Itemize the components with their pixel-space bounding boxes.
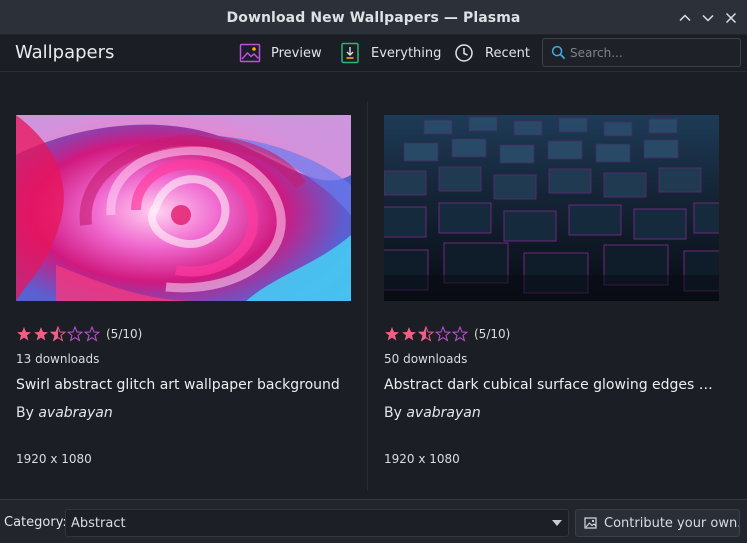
wallpaper-resolution: 1920 x 1080 [384, 452, 460, 466]
search-field[interactable] [542, 38, 741, 67]
wallpaper-card[interactable]: (5/10) 50 downloads Abstract dark cubica… [384, 115, 720, 466]
preview-label: Preview [271, 45, 322, 61]
search-icon [551, 45, 566, 60]
author-line: By avabrayan [384, 405, 481, 421]
star-half-icon [50, 326, 66, 342]
chevron-up-icon [679, 14, 691, 22]
star-empty-icon [435, 326, 451, 342]
everything-button[interactable]: Everything [339, 40, 441, 66]
contribute-button[interactable]: Contribute your own... [575, 509, 740, 537]
rating-stars: (5/10) [16, 326, 142, 342]
filter-everything-icon [341, 42, 359, 64]
clock-icon [455, 44, 473, 62]
search-input[interactable] [570, 43, 735, 62]
footer-bar: Category: Abstract Contribute your own..… [0, 499, 747, 543]
recent-button[interactable]: Recent [453, 40, 530, 66]
preview-button[interactable]: Preview [239, 40, 322, 66]
star-filled-icon [34, 327, 48, 341]
author-prefix: By [16, 405, 34, 421]
contribute-label: Contribute your own... [604, 515, 740, 531]
star-filled-icon [17, 327, 31, 341]
window-titlebar: Download New Wallpapers — Plasma [0, 0, 747, 35]
chevron-down-icon [702, 14, 714, 22]
window-title: Download New Wallpapers — Plasma [226, 10, 521, 26]
star-empty-icon [84, 326, 100, 342]
star-empty-icon [452, 326, 468, 342]
wallpaper-thumbnail-swirl[interactable] [16, 115, 351, 301]
category-value: Abstract [71, 516, 126, 531]
minimize-button[interactable] [674, 7, 696, 29]
author-name[interactable]: avabrayan [38, 405, 112, 421]
wallpaper-card[interactable]: (5/10) 13 downloads Swirl abstract glitc… [16, 115, 352, 466]
maximize-button[interactable] [697, 7, 719, 29]
wallpaper-thumbnail-cubes[interactable] [384, 115, 719, 301]
dropdown-arrow-icon [552, 520, 562, 526]
category-select[interactable]: Abstract [65, 509, 569, 537]
close-button[interactable] [720, 7, 742, 29]
wallpaper-name: Swirl abstract glitch art wallpaper back… [16, 377, 340, 393]
column-divider [367, 101, 368, 491]
star-filled-icon [402, 327, 416, 341]
download-count: 50 downloads [384, 352, 468, 366]
author-name[interactable]: avabrayan [406, 405, 480, 421]
rating-text: (5/10) [106, 327, 143, 341]
rating-text: (5/10) [474, 327, 511, 341]
category-label: Category: [4, 515, 67, 530]
recent-label: Recent [485, 45, 530, 61]
wallpaper-grid: (5/10) 13 downloads Swirl abstract glitc… [0, 73, 747, 499]
star-empty-icon [67, 326, 83, 342]
author-line: By avabrayan [16, 405, 113, 421]
wallpaper-name: Abstract dark cubical surface glowing ed… [384, 377, 720, 393]
rating-stars: (5/10) [384, 326, 510, 342]
download-count: 13 downloads [16, 352, 100, 366]
page-title: Wallpapers [15, 42, 115, 63]
author-prefix: By [384, 405, 402, 421]
image-icon [239, 43, 261, 63]
wallpaper-resolution: 1920 x 1080 [16, 452, 92, 466]
star-half-icon [418, 326, 434, 342]
everything-label: Everything [371, 45, 442, 61]
upload-image-icon [584, 517, 597, 529]
close-icon [725, 12, 737, 24]
star-filled-icon [385, 327, 399, 341]
toolbar: Wallpapers Preview Everything Recent [0, 35, 747, 72]
